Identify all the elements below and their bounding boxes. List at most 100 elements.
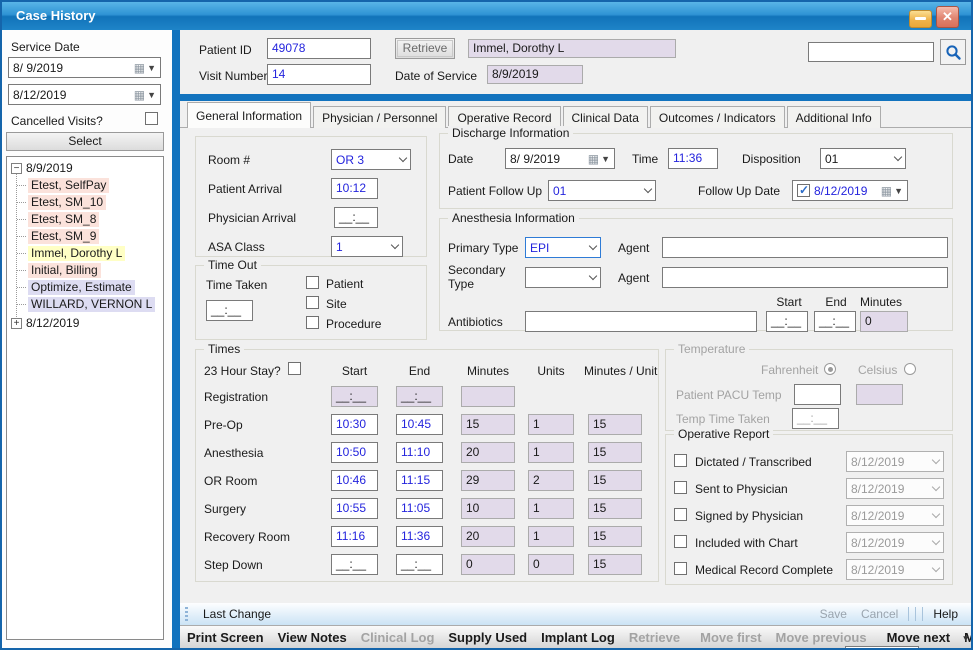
follow-up-date-picker[interactable]: 8/12/2019▦▼	[792, 180, 908, 201]
col-end-header: End	[396, 364, 443, 378]
tree-item-patient[interactable]: Initial, Billing	[7, 262, 101, 278]
tree-item-patient-selected[interactable]: Immel, Dorothy L	[7, 245, 125, 261]
tab-general-information[interactable]: General Information	[187, 102, 311, 128]
timeout-procedure-label: Procedure	[326, 317, 381, 331]
header-divider	[180, 94, 971, 101]
view-notes-button[interactable]: View Notes	[271, 630, 354, 645]
tree-item-patient[interactable]: Etest, SM_9	[7, 228, 99, 244]
expand-icon[interactable]	[11, 318, 22, 329]
tab-additional-info[interactable]: Additional Info	[787, 106, 881, 128]
service-date-from-picker[interactable]: 8/ 9/2019 ▦ ▼	[8, 57, 161, 78]
cancelled-visits-label: Cancelled Visits?	[11, 114, 103, 128]
preop-end-input[interactable]: 10:45	[396, 414, 443, 435]
patient-arrival-input[interactable]: 10:12	[331, 178, 378, 199]
time-taken-input[interactable]: __:__	[206, 300, 253, 321]
timeout-site-label: Site	[326, 297, 347, 311]
physician-arrival-input[interactable]: __:__	[334, 207, 378, 228]
stepdown-end-input[interactable]: __:__	[396, 554, 443, 575]
search-button[interactable]	[940, 39, 966, 65]
dictated-checkbox[interactable]	[674, 454, 687, 467]
recovery-end-input[interactable]: 11:36	[396, 526, 443, 547]
close-icon: ✕	[942, 9, 953, 24]
celsius-label: Celsius	[858, 363, 897, 377]
antibiotics-input[interactable]	[525, 311, 757, 332]
stay-checkbox[interactable]	[288, 362, 301, 375]
timeout-patient-checkbox[interactable]	[306, 276, 319, 289]
disposition-label: Disposition	[742, 152, 801, 166]
service-date-to-picker[interactable]: 8/12/2019 ▦ ▼	[8, 84, 161, 105]
signed-checkbox[interactable]	[674, 508, 687, 521]
tab-physician-personnel[interactable]: Physician / Personnel	[313, 106, 446, 128]
move-next-button[interactable]: Move next	[880, 630, 958, 645]
orroom-end-input[interactable]: 11:15	[396, 470, 443, 491]
visit-number-input[interactable]: 14	[267, 64, 371, 85]
included-checkbox[interactable]	[674, 535, 687, 548]
patient-id-input[interactable]: 49078	[267, 38, 371, 59]
primary-type-select[interactable]: EPI	[525, 237, 601, 258]
follow-up-date-checkbox[interactable]	[797, 184, 810, 197]
timeout-procedure-checkbox[interactable]	[306, 316, 319, 329]
included-date-select: 8/12/2019	[846, 532, 944, 553]
primary-agent-input[interactable]	[662, 237, 948, 258]
tree-item-patient[interactable]: Etest, SM_10	[7, 194, 106, 210]
agent2-label: Agent	[618, 271, 649, 285]
signed-date-select: 8/12/2019	[846, 505, 944, 526]
stepdown-start-input[interactable]: __:__	[331, 554, 378, 575]
chevron-down-icon[interactable]: ▼	[147, 63, 156, 73]
tree-item-patient[interactable]: WILLARD, VERNON L	[7, 296, 155, 312]
secondary-agent-input[interactable]	[662, 267, 948, 288]
recovery-start-input[interactable]: 11:16	[331, 526, 378, 547]
surgery-start-input[interactable]: 10:55	[331, 498, 378, 519]
chevron-down-icon[interactable]: ▼	[147, 90, 156, 100]
toolbar-overflow-icon[interactable]: ▾	[963, 633, 968, 644]
stepdown-minutes: 0	[461, 554, 515, 575]
asa-class-select[interactable]: 1	[331, 236, 403, 257]
sent-date-select: 8/12/2019	[846, 478, 944, 499]
anesthesia-end-input[interactable]: 11:10	[396, 442, 443, 463]
supply-used-button[interactable]: Supply Used	[441, 630, 534, 645]
tab-operative-record[interactable]: Operative Record	[448, 106, 560, 128]
tab-outcomes-indicators[interactable]: Outcomes / Indicators	[650, 106, 785, 128]
print-screen-button[interactable]: Print Screen	[180, 630, 271, 645]
chevron-down-icon	[894, 153, 902, 161]
timeout-site-checkbox[interactable]	[306, 296, 319, 309]
discharge-time-label: Time	[632, 152, 658, 166]
patient-header: Patient ID 49078 Retrieve Immel, Dorothy…	[180, 30, 971, 94]
chevron-down-icon: ▼	[894, 186, 903, 196]
discharge-time-input[interactable]: 11:36	[668, 148, 718, 169]
cancelled-visits-checkbox[interactable]	[145, 112, 158, 125]
orroom-start-input[interactable]: 10:46	[331, 470, 378, 491]
preop-start-input[interactable]: 10:30	[331, 414, 378, 435]
surgery-end-input[interactable]: 11:05	[396, 498, 443, 519]
sidebar-divider	[172, 30, 180, 648]
tree-item-patient[interactable]: Etest, SM_8	[7, 211, 99, 227]
disposition-select[interactable]: 01	[820, 148, 906, 169]
record-complete-checkbox[interactable]	[674, 562, 687, 575]
collapse-icon[interactable]	[11, 163, 22, 174]
retrieve-button[interactable]: Retrieve	[395, 38, 455, 59]
time-taken-label: Time Taken	[206, 278, 267, 292]
sent-checkbox[interactable]	[674, 481, 687, 494]
status-bar: Last Change Save Cancel Help	[180, 603, 971, 625]
tree-item-patient[interactable]: Etest, SelfPay	[7, 177, 109, 193]
discharge-date-picker[interactable]: 8/ 9/2019▦▼	[505, 148, 615, 169]
antibiotics-end-input[interactable]: __:__	[814, 311, 856, 332]
close-button[interactable]: ✕	[936, 6, 959, 28]
antibiotics-minutes-display: 0	[860, 311, 908, 332]
antibiotics-start-input[interactable]: __:__	[766, 311, 808, 332]
room-select[interactable]: OR 3	[331, 149, 411, 170]
patient-follow-up-select[interactable]: 01	[548, 180, 656, 201]
search-input[interactable]	[808, 42, 934, 62]
help-button-status[interactable]: Help	[926, 607, 965, 621]
secondary-type-select[interactable]	[525, 267, 601, 288]
case-history-window: Case History ✕ Service Date 8/ 9/2019 ▦ …	[0, 0, 973, 650]
tree-node-date[interactable]: 8/9/2019	[7, 160, 73, 176]
select-button[interactable]: Select	[6, 132, 164, 151]
anesthesia-start-input[interactable]: 10:50	[331, 442, 378, 463]
implant-log-button[interactable]: Implant Log	[534, 630, 622, 645]
tree-item-patient[interactable]: Optimize, Estimate	[7, 279, 135, 295]
tree-node-date[interactable]: 8/12/2019	[7, 315, 79, 331]
tab-clinical-data[interactable]: Clinical Data	[563, 106, 648, 128]
minimize-button[interactable]	[909, 10, 932, 28]
anesthesia-group: Anesthesia Information Primary Type EPI …	[439, 218, 953, 331]
